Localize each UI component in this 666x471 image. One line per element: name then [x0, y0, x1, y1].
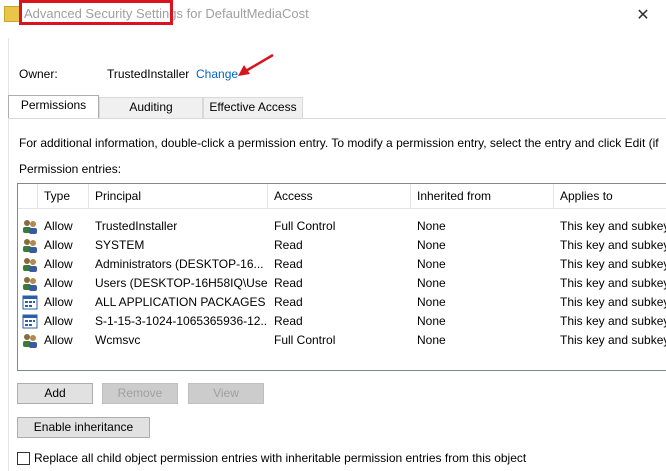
cell-principal: Administrators (DESKTOP-16... — [95, 257, 264, 271]
add-button[interactable]: Add — [17, 383, 93, 404]
replace-child-permissions-checkbox[interactable] — [17, 452, 30, 465]
user-group-icon — [22, 276, 38, 291]
tab-label: Effective Access — [209, 100, 297, 114]
cell-type: Allow — [44, 219, 73, 233]
column-header-applies-to[interactable]: Applies to — [554, 184, 666, 208]
table-row[interactable]: Allow ALL APPLICATION PACKAGES Read None Thi… — [18, 293, 666, 312]
tab-label: Auditing — [129, 100, 173, 114]
change-owner-link[interactable]: Change — [196, 67, 238, 81]
table-row[interactable]: Allow Users (DESKTOP-16H58IQ\Use... Read No… — [18, 274, 666, 293]
tab-auditing[interactable]: Auditing — [99, 97, 203, 118]
window-title-rest: for DefaultMediaCost — [182, 6, 309, 21]
column-header-access[interactable]: Access — [268, 184, 411, 208]
table-row[interactable]: Allow TrustedInstaller Full Control None Thi… — [18, 217, 666, 236]
permission-entries-label: Permission entries: — [19, 162, 122, 176]
tab-effective-access[interactable]: Effective Access — [203, 97, 303, 118]
cell-access: Read — [274, 238, 303, 252]
tab-label: Permissions — [20, 98, 87, 112]
column-header-type[interactable]: Type — [38, 184, 89, 208]
cell-type: Allow — [44, 295, 73, 309]
table-row[interactable]: Allow Wcmsvc Full Control None This key and … — [18, 331, 666, 350]
cell-type: Allow — [44, 314, 73, 328]
cell-access: Read — [274, 276, 303, 290]
cell-access: Full Control — [274, 219, 336, 233]
user-group-icon — [22, 219, 38, 234]
cell-inherited: None — [417, 333, 446, 347]
cell-access: Read — [274, 314, 303, 328]
view-button[interactable]: View — [188, 383, 264, 404]
cell-type: Allow — [44, 238, 73, 252]
cell-principal: Wcmsvc — [95, 333, 141, 347]
table-row[interactable]: Allow S-1-15-3-1024-1065365936-12... Read N… — [18, 312, 666, 331]
cell-access: Full Control — [274, 333, 336, 347]
cell-applies: This key and subkeys — [560, 257, 666, 271]
cell-principal: ALL APPLICATION PACKAGES — [95, 295, 266, 309]
cell-applies: This key and subkeys — [560, 276, 666, 290]
cell-principal: Users (DESKTOP-16H58IQ\Use... — [95, 276, 268, 290]
table-row[interactable]: Allow Administrators (DESKTOP-16... Read No… — [18, 255, 666, 274]
cell-type: Allow — [44, 276, 73, 290]
cell-inherited: None — [417, 219, 446, 233]
tab-permissions[interactable]: Permissions — [8, 95, 99, 118]
cell-applies: This key and subkeys — [560, 333, 666, 347]
user-group-icon — [22, 257, 38, 272]
list-header: Type Principal Access Inherited from App… — [18, 184, 666, 209]
column-header-icon — [18, 184, 38, 208]
column-header-inherited-from[interactable]: Inherited from — [411, 184, 554, 208]
cell-principal: SYSTEM — [95, 238, 145, 252]
permission-entries-list[interactable]: Type Principal Access Inherited from App… — [17, 183, 666, 371]
cell-inherited: None — [417, 314, 446, 328]
cell-applies: This key and subkeys — [560, 295, 666, 309]
annotation-arrow-icon — [238, 53, 274, 76]
folder-icon — [4, 6, 20, 22]
replace-child-permissions-label: Replace all child object permission entr… — [34, 451, 527, 465]
column-header-principal[interactable]: Principal — [89, 184, 268, 208]
app-package-icon — [22, 314, 38, 329]
remove-button[interactable]: Remove — [102, 383, 178, 404]
cell-principal: S-1-15-3-1024-1065365936-12... — [95, 314, 268, 328]
enable-inheritance-button[interactable]: Enable inheritance — [17, 417, 150, 438]
owner-label: Owner: — [19, 67, 58, 81]
app-package-icon — [22, 295, 38, 310]
title-highlight-box — [19, 0, 173, 25]
cell-access: Read — [274, 257, 303, 271]
cell-applies: This key and subkeys — [560, 219, 666, 233]
info-text: For additional information, double-click… — [19, 136, 659, 150]
tab-divider — [8, 118, 666, 119]
table-row[interactable]: Allow SYSTEM Read None This key and subkeys — [18, 236, 666, 255]
owner-value: TrustedInstaller — [107, 67, 190, 81]
cell-applies: This key and subkeys — [560, 314, 666, 328]
user-group-icon — [22, 238, 38, 253]
close-button[interactable]: ✕ — [620, 0, 666, 30]
cell-inherited: None — [417, 238, 446, 252]
cell-access: Read — [274, 295, 303, 309]
cell-principal: TrustedInstaller — [95, 219, 178, 233]
cell-applies: This key and subkeys — [560, 238, 666, 252]
cell-type: Allow — [44, 333, 73, 347]
close-icon: ✕ — [636, 7, 650, 24]
title-bar: Advanced Security Settings for DefaultMe… — [0, 0, 666, 30]
cell-type: Allow — [44, 257, 73, 271]
user-group-icon — [22, 333, 38, 348]
cell-inherited: None — [417, 276, 446, 290]
cell-inherited: None — [417, 295, 446, 309]
cell-inherited: None — [417, 257, 446, 271]
